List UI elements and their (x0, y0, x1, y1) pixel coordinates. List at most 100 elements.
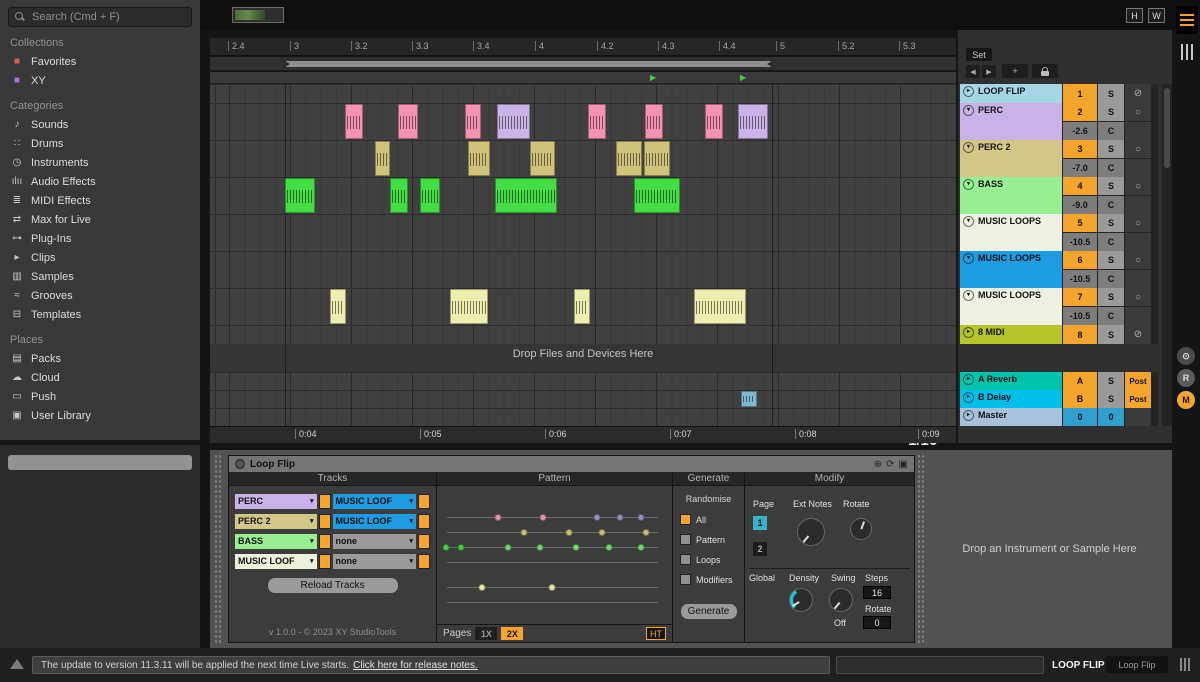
scrub-area[interactable] (210, 57, 956, 71)
track-name-cell[interactable]: ▸ A Reverb (960, 372, 1062, 390)
arm-button[interactable]: ○ (1125, 103, 1151, 121)
pages-2x-button[interactable]: 2X (501, 627, 523, 640)
next-marker-button[interactable]: ▶ (982, 65, 996, 78)
track-enable-box[interactable] (319, 534, 331, 549)
track-enable-box[interactable] (319, 554, 331, 569)
locator-marker[interactable]: ▶ (650, 73, 656, 83)
post-toggle[interactable]: Post (1125, 390, 1151, 408)
arm-button[interactable]: ⊘ (1125, 84, 1151, 103)
sidebar-item[interactable]: ▸ Clips (0, 248, 200, 267)
solo-button[interactable]: S (1098, 103, 1124, 121)
arrangement-overview-thumbnail[interactable] (232, 7, 284, 23)
density-knob[interactable] (789, 588, 813, 612)
track-number-badge[interactable]: 6 (1063, 251, 1097, 269)
fold-icon[interactable]: ▸ (963, 410, 974, 421)
device-chain-button[interactable]: Loop Flip (1106, 656, 1168, 673)
fold-icon[interactable]: ▸ (963, 392, 974, 403)
sidebar-item[interactable]: ⊶ Plug-Ins (0, 229, 200, 248)
device-activator[interactable] (235, 459, 245, 469)
track-enable-box[interactable] (418, 514, 430, 529)
track-name-cell[interactable]: ▸ Master (960, 408, 1062, 426)
page-1-button[interactable]: 1 (753, 516, 767, 530)
pan-value[interactable]: C (1098, 233, 1124, 251)
solo-button[interactable]: S (1098, 251, 1124, 269)
rotate-knob[interactable] (850, 518, 872, 540)
audio-clip[interactable] (616, 141, 642, 176)
device-title-bar[interactable]: Loop Flip ⊕⟳▣ (229, 456, 914, 472)
track-name-cell[interactable]: ▾ MUSIC LOOPS (960, 288, 1062, 325)
audio-clip[interactable] (468, 141, 490, 176)
solo-button[interactable]: S (1098, 325, 1124, 344)
return-letter-badge[interactable]: A (1063, 372, 1097, 390)
audio-clip[interactable] (588, 104, 606, 139)
sidebar-item[interactable]: ☁ Cloud (0, 368, 200, 387)
track-name-cell[interactable]: ▸ B Delay (960, 390, 1062, 408)
return-letter-badge[interactable]: B (1063, 390, 1097, 408)
expand-arrow-icon[interactable] (10, 659, 24, 669)
solo-button[interactable]: S (1098, 214, 1124, 232)
pan-value[interactable]: C (1098, 122, 1124, 140)
sidebar-item[interactable]: ▥ Samples (0, 267, 200, 286)
swing-knob[interactable] (829, 588, 853, 612)
pattern-step-dot[interactable] (549, 584, 556, 591)
pattern-step-dot[interactable] (593, 514, 600, 521)
option-checkbox[interactable] (680, 554, 691, 565)
option-checkbox[interactable] (680, 574, 691, 585)
pattern-step-dot[interactable] (598, 529, 605, 536)
source-track-dropdown[interactable]: PERC (235, 494, 317, 509)
track-number-badge[interactable]: 3 (1063, 140, 1097, 158)
track-name-cell[interactable]: ▾ PERC 2 (960, 140, 1062, 177)
device-titlebar-icon[interactable]: ⊕ (874, 459, 882, 470)
audio-clip[interactable] (574, 289, 590, 324)
track-header[interactable]: ▾ PERC 2 3 S ○ -7.0 C (960, 140, 1158, 177)
arm-button[interactable]: ⊘ (1125, 325, 1151, 344)
lock-envelopes-button[interactable] (1032, 64, 1058, 78)
post-toggle[interactable]: Post (1125, 372, 1151, 390)
generate-button[interactable]: Generate (681, 604, 737, 619)
page-2-button[interactable]: 2 (753, 542, 767, 556)
audio-clip[interactable] (694, 289, 746, 324)
sidebar-item[interactable]: ▤ Packs (0, 349, 200, 368)
ht-button[interactable]: HT (646, 627, 666, 640)
audio-clip[interactable] (644, 141, 670, 176)
track-header[interactable]: ▾ MUSIC LOOPS 5 S ○ -10.5 C (960, 214, 1158, 251)
audio-clip[interactable] (420, 178, 440, 213)
sidebar-item[interactable]: ılıı Audio Effects (0, 172, 200, 191)
fold-icon[interactable]: ▾ (963, 142, 974, 153)
audio-clip[interactable] (741, 391, 757, 407)
pattern-step-dot[interactable] (617, 514, 624, 521)
pattern-step-dot[interactable] (643, 529, 650, 536)
audio-clip[interactable] (285, 178, 315, 213)
audio-clip[interactable] (375, 141, 390, 176)
audio-clip[interactable] (450, 289, 488, 324)
locator-strip[interactable]: ▶▶ (210, 72, 956, 84)
track-header[interactable]: ▾ PERC 2 S ○ -2.6 C (960, 103, 1158, 140)
pattern-step-dot[interactable] (638, 544, 645, 551)
track-scrollbar[interactable] (1162, 84, 1172, 426)
track-enable-box[interactable] (418, 534, 430, 549)
audio-clip[interactable] (330, 289, 346, 324)
solo-button[interactable]: S (1098, 372, 1124, 390)
arm-button[interactable]: ○ (1125, 177, 1151, 195)
target-track-dropdown[interactable]: MUSIC LOOF (333, 494, 417, 509)
pattern-step-dot[interactable] (539, 514, 546, 521)
solo-button[interactable]: S (1098, 288, 1124, 306)
track-name-cell[interactable]: ▾ MUSIC LOOPS (960, 251, 1062, 288)
option-checkbox[interactable] (680, 514, 691, 525)
fold-icon[interactable]: ▾ (963, 253, 974, 264)
pattern-step-dot[interactable] (495, 514, 502, 521)
pattern-step-dot[interactable] (572, 544, 579, 551)
pattern-step-dot[interactable] (520, 529, 527, 536)
pan-value[interactable]: C (1098, 196, 1124, 214)
solo-button[interactable]: S (1098, 177, 1124, 195)
track-name-cell[interactable]: ▸ LOOP FLIP (960, 84, 1062, 103)
generate-option[interactable]: Loops (673, 554, 744, 565)
audio-clip[interactable] (738, 104, 768, 139)
sidebar-item[interactable]: ⊟ Templates (0, 305, 200, 324)
device-drag-handle[interactable] (214, 454, 222, 644)
pan-value[interactable]: C (1098, 307, 1124, 325)
target-track-dropdown[interactable]: none (333, 534, 417, 549)
generate-option[interactable]: Modifiers (673, 574, 744, 585)
release-notes-link[interactable]: Click here for release notes. (353, 660, 478, 671)
audio-clip[interactable] (530, 141, 555, 176)
